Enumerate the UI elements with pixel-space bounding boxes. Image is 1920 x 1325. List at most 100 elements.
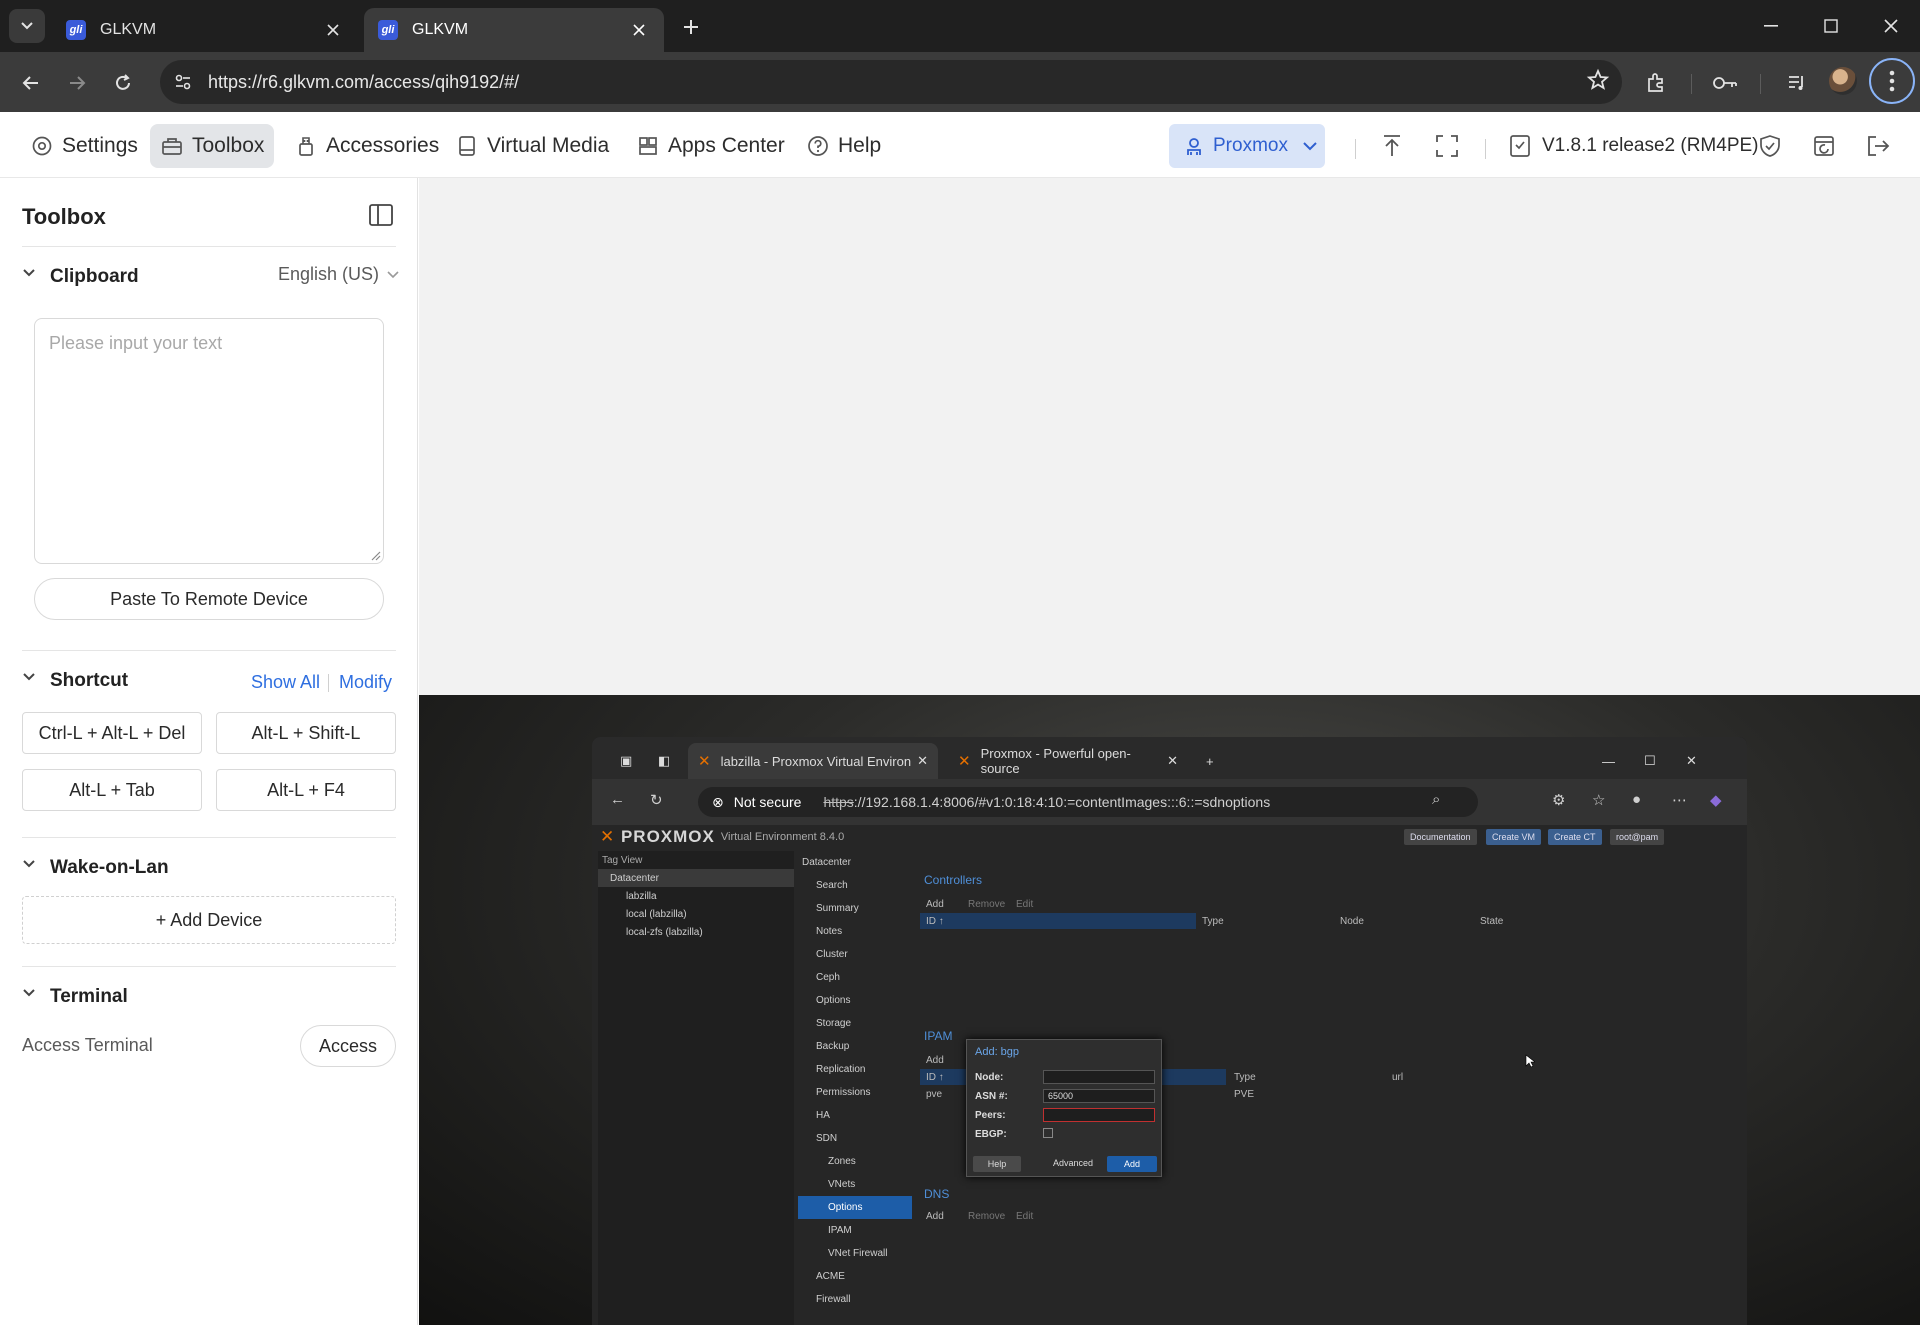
pve-menu-item: VNets <box>828 1179 856 1190</box>
remote-browser-window: ▣ ◧ ✕ labzilla - Proxmox Virtual Environ… <box>592 737 1747 1325</box>
tab-search-button[interactable] <box>9 9 45 43</box>
section-title: Terminal <box>50 986 128 1007</box>
firmware-version[interactable]: V1.8.1 release2 (RM4PE) <box>1508 124 1759 168</box>
pve-add-bgp-dialog: Add: bgp Node: ASN #: 65000 Peers: EBGP:… <box>966 1039 1535 1177</box>
show-all-link[interactable]: Show All <box>251 672 320 693</box>
logout-icon[interactable] <box>1862 130 1894 162</box>
tree-item: Datacenter <box>598 869 794 887</box>
section-divider <box>22 650 396 651</box>
url-scheme: https <box>823 794 854 810</box>
tree-item: local-zfs (labzilla) <box>626 926 703 938</box>
wol-section-header[interactable]: Wake-on-Lan <box>22 854 169 882</box>
arrow-left-icon <box>22 76 38 90</box>
nav-toolbox[interactable]: Toolbox <box>150 124 275 168</box>
close-icon: ✕ <box>917 753 928 768</box>
section-divider <box>22 246 396 247</box>
media-control-icon[interactable] <box>1780 66 1814 100</box>
device-select[interactable]: Proxmox <box>1169 124 1325 168</box>
nav-virtual-media[interactable]: Virtual Media <box>445 124 619 168</box>
shortcut-alt-shift-button[interactable]: Alt-L + Shift-L <box>216 712 396 754</box>
col-header: Type <box>1202 916 1224 927</box>
language-value: English (US) <box>278 264 380 284</box>
url-text: https://r6.glkvm.com/access/qih9192/#/ <box>208 71 520 92</box>
reload-icon <box>116 74 130 90</box>
toolbox-icon <box>160 134 184 158</box>
shortcut-alt-f4-button[interactable]: Alt-L + F4 <box>216 769 396 811</box>
browser-menu-button[interactable] <box>1869 58 1915 104</box>
reload-button[interactable] <box>106 66 140 100</box>
language-select[interactable]: English (US) <box>278 264 399 285</box>
extensions-icon[interactable] <box>1639 66 1673 100</box>
clipboard-section-header[interactable]: Clipboard <box>22 263 139 291</box>
resize-handle-icon[interactable] <box>369 549 381 561</box>
panel-collapse-icon[interactable] <box>368 202 396 230</box>
restart-icon[interactable] <box>1808 130 1840 162</box>
pve-menu-item: Firewall <box>816 1294 851 1305</box>
pve-menu-item: HA <box>816 1110 830 1121</box>
proxmox-favicon-icon: ✕ <box>958 753 971 770</box>
shield-check-icon[interactable] <box>1754 130 1786 162</box>
back-button[interactable] <box>14 66 48 100</box>
nav-settings[interactable]: Settings <box>20 124 148 168</box>
ipam-title: IPAM <box>924 1029 953 1043</box>
terminal-section-header[interactable]: Terminal <box>22 983 128 1011</box>
device-select-value: Proxmox <box>1213 135 1288 156</box>
nav-accessories[interactable]: Accessories <box>284 124 449 168</box>
access-terminal-button[interactable]: Access <box>300 1025 396 1067</box>
browser-toolbar: https://r6.glkvm.com/access/qih9192/#/ <box>0 52 1920 112</box>
modify-link[interactable]: Modify <box>339 672 392 693</box>
more-horizontal-icon: ⋯ <box>1672 792 1687 809</box>
pve-menu-item: Zones <box>828 1156 856 1167</box>
shortcut-section-header[interactable]: Shortcut <box>22 667 128 695</box>
nav-label: Accessories <box>326 134 440 157</box>
new-tab-button[interactable] <box>678 14 704 40</box>
remote-tab-actions-icon: ▣ <box>620 753 633 768</box>
nav-label: Virtual Media <box>487 134 610 157</box>
pve-user-button: root@pam <box>1610 829 1665 845</box>
peers-field <box>1043 1108 1155 1122</box>
remote-url-bar: ⊗ Not secure https ://192.168.1.4:8006/#… <box>698 787 1478 817</box>
nav-help[interactable]: Help <box>796 124 891 168</box>
forward-button[interactable] <box>60 66 94 100</box>
nav-label: Settings <box>62 134 138 157</box>
paste-to-remote-button[interactable]: Paste To Remote Device <box>34 578 384 620</box>
col-header: Node <box>1340 916 1364 927</box>
ipam-cell: pve <box>926 1089 943 1100</box>
bookmark-star-icon[interactable] <box>1586 68 1610 92</box>
ipam-cell: PVE <box>1234 1089 1255 1100</box>
pve-menu-item: Cluster <box>816 949 848 960</box>
address-bar[interactable]: https://r6.glkvm.com/access/qih9192/#/ <box>160 60 1622 104</box>
pve-menu-item: IPAM <box>828 1225 852 1236</box>
maximize-button[interactable] <box>1816 12 1846 40</box>
clipboard-textarea[interactable]: Please input your text <box>34 318 384 564</box>
remote-screen-video[interactable]: ▣ ◧ ✕ labzilla - Proxmox Virtual Environ… <box>419 695 1920 1325</box>
close-icon[interactable] <box>628 19 650 41</box>
asn-field: 65000 <box>1043 1089 1155 1103</box>
shortcut-alt-tab-button[interactable]: Alt-L + Tab <box>22 769 202 811</box>
nav-label: Help <box>838 134 882 157</box>
add-device-button[interactable]: + Add Device <box>22 896 396 944</box>
site-info-icon[interactable] <box>168 67 198 97</box>
pve-menu-item: VNet Firewall <box>828 1248 888 1259</box>
plus-icon: + <box>1206 753 1214 769</box>
dns-title: DNS <box>924 1187 950 1201</box>
pve-menu-item: Ceph <box>816 972 840 983</box>
upload-icon[interactable] <box>1376 130 1408 162</box>
close-window-button[interactable] <box>1876 12 1906 40</box>
remote-tab: ✕ labzilla - Proxmox Virtual Environ ✕ <box>688 743 938 779</box>
minimize-button[interactable] <box>1756 12 1786 40</box>
browser-tab[interactable]: gli GLKVM <box>52 8 358 52</box>
chevron-down-icon <box>22 988 40 1006</box>
nav-apps-center[interactable]: Apps Center <box>626 124 795 168</box>
remote-device-icon <box>1183 135 1205 157</box>
remote-tab-list-icon: ◧ <box>658 753 671 768</box>
browser-tab-active[interactable]: gli GLKVM <box>364 8 664 52</box>
section-divider <box>22 966 396 967</box>
shortcut-ctrl-alt-del-button[interactable]: Ctrl-L + Alt-L + Del <box>22 712 202 754</box>
fullscreen-icon[interactable] <box>1431 130 1463 162</box>
chevron-down-icon <box>21 22 33 30</box>
close-icon[interactable] <box>322 19 344 41</box>
profile-avatar[interactable] <box>1829 67 1857 95</box>
pve-menu-item: Options <box>816 995 851 1006</box>
password-key-icon[interactable] <box>1708 66 1742 100</box>
